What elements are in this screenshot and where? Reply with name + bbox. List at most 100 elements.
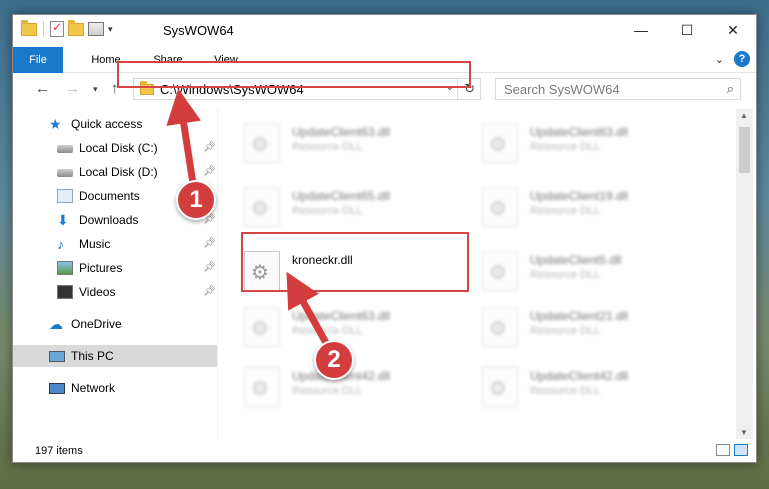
minimize-button[interactable]: — xyxy=(618,15,664,45)
file-type: Resource DLL xyxy=(292,141,363,153)
details-view-icon[interactable] xyxy=(716,444,730,456)
address-bar-highlight xyxy=(117,61,471,88)
back-arrow-icon[interactable]: ← xyxy=(35,80,50,97)
dll-file-icon xyxy=(244,367,280,407)
drive-icon xyxy=(57,145,73,153)
file-name: UpdateClient5.dll xyxy=(530,253,622,267)
dll-file-icon xyxy=(482,251,518,291)
drive-icon xyxy=(57,169,73,177)
list-item[interactable]: UpdateClient65.dll Resource DLL xyxy=(218,181,448,233)
file-name: UpdateClient63.dll xyxy=(292,309,391,323)
quick-access-toolbar: ▾ xyxy=(21,19,113,37)
tab-file[interactable]: File xyxy=(13,47,63,73)
sidebar-item-onedrive[interactable]: ☁ OneDrive xyxy=(49,313,122,335)
file-type: Resource DLL xyxy=(292,205,363,217)
navigation-pane: ★ Quick access Local Disk (C:) 📌︎ Local … xyxy=(13,109,217,439)
sidebar-item-label: Pictures xyxy=(79,261,123,275)
dll-file-icon xyxy=(482,367,518,407)
sidebar-item-label: Music xyxy=(79,237,111,251)
sidebar-item-pictures[interactable]: Pictures xyxy=(57,257,122,279)
help-icon[interactable]: ? xyxy=(734,51,750,67)
title-bar: ▾ SysWOW64 — ☐ ✕ xyxy=(13,15,756,47)
file-name: UpdateClient63.dll xyxy=(292,125,391,139)
new-folder-icon[interactable] xyxy=(68,19,84,36)
forward-arrow-icon[interactable]: → xyxy=(65,80,80,97)
pin-icon[interactable]: 📌︎ xyxy=(203,142,216,153)
sidebar-item-local-disk-d[interactable]: Local Disk (D:) xyxy=(57,161,158,183)
scroll-up-arrow-icon[interactable]: ▲ xyxy=(740,111,748,120)
dll-file-icon xyxy=(244,187,280,227)
window-title: SysWOW64 xyxy=(163,23,234,38)
pictures-icon xyxy=(57,261,73,275)
item-count: 197 items xyxy=(35,445,83,457)
sidebar-item-label: Quick access xyxy=(71,117,143,131)
music-icon: ♪ xyxy=(57,236,64,252)
sidebar-item-quick-access[interactable]: ★ Quick access xyxy=(49,113,142,135)
vertical-scrollbar[interactable]: ▲ ▼ xyxy=(736,109,753,439)
sidebar-item-this-pc[interactable]: This PC xyxy=(13,345,217,367)
file-highlight xyxy=(241,232,469,292)
list-item[interactable]: UpdateClient21.dll Resource DLL xyxy=(456,301,686,353)
sidebar-item-music[interactable]: ♪ Music xyxy=(57,233,110,255)
scroll-down-arrow-icon[interactable]: ▼ xyxy=(740,428,748,437)
recent-locations-chevron-icon[interactable]: ▾ xyxy=(93,84,98,95)
cloud-icon: ☁ xyxy=(49,316,63,332)
dll-file-icon xyxy=(244,307,280,347)
search-icon[interactable]: ⌕ xyxy=(727,81,734,97)
list-item[interactable]: UpdateClient42.dll Resource DLL xyxy=(456,361,686,413)
status-bar: 197 items xyxy=(13,440,756,462)
file-type: Resource DLL xyxy=(292,385,363,397)
dll-file-icon xyxy=(482,307,518,347)
download-icon: ⬇ xyxy=(57,212,69,228)
pin-icon[interactable]: 📌︎ xyxy=(203,262,216,273)
file-name: UpdateClient21.dll xyxy=(530,309,629,323)
list-item[interactable]: UpdateClient19.dll Resource DLL xyxy=(456,181,686,233)
network-icon xyxy=(49,382,65,394)
search-input[interactable]: Search SysWOW64 xyxy=(504,82,620,97)
computer-icon xyxy=(49,350,65,362)
file-name: UpdateClient65.dll xyxy=(292,189,391,203)
sidebar-item-label: Documents xyxy=(79,189,140,203)
callout-2: 2 xyxy=(314,340,354,380)
sidebar-item-local-disk-c[interactable]: Local Disk (C:) xyxy=(57,137,158,159)
properties-check-icon[interactable] xyxy=(50,20,64,37)
documents-icon xyxy=(57,189,73,203)
file-type: Resource DLL xyxy=(530,269,601,281)
folder-icon xyxy=(21,19,37,36)
file-name: UpdateClient19.dll xyxy=(530,189,629,203)
list-item[interactable]: UpdateClient63.dll Resource DLL xyxy=(456,117,686,169)
sidebar-item-label: OneDrive xyxy=(71,317,122,331)
sidebar-item-label: Videos xyxy=(79,285,116,299)
sidebar-item-label: Network xyxy=(71,381,116,395)
window-controls: — ☐ ✕ xyxy=(618,15,756,45)
sidebar-item-network[interactable]: Network xyxy=(49,377,115,399)
file-type: Resource DLL xyxy=(530,325,601,337)
view-toggle xyxy=(716,444,748,456)
expand-ribbon-chevron-icon[interactable]: ⌄ xyxy=(715,53,724,66)
sidebar-item-videos[interactable]: Videos xyxy=(57,281,115,303)
large-icons-view-icon[interactable] xyxy=(734,444,748,456)
search-box[interactable]: Search SysWOW64 ⌕ xyxy=(495,78,741,100)
list-item[interactable]: UpdateClient5.dll Resource DLL xyxy=(456,245,686,297)
toolbar-separator xyxy=(43,21,44,37)
file-type: Resource DLL xyxy=(530,141,601,153)
sidebar-item-downloads[interactable]: ⬇ Downloads xyxy=(57,209,138,231)
customize-toolbar-chevron-icon[interactable]: ▾ xyxy=(108,24,113,35)
properties-icon[interactable] xyxy=(88,22,104,36)
close-button[interactable]: ✕ xyxy=(710,15,756,45)
dll-file-icon xyxy=(482,187,518,227)
sidebar-item-label: Local Disk (C:) xyxy=(79,141,158,155)
scroll-thumb[interactable] xyxy=(739,127,750,173)
list-item[interactable]: UpdateClient63.dll Resource DLL xyxy=(218,117,448,169)
pin-icon[interactable]: 📌︎ xyxy=(203,238,216,249)
sidebar-item-label: This PC xyxy=(71,349,114,363)
videos-icon xyxy=(57,285,73,299)
maximize-button[interactable]: ☐ xyxy=(664,15,710,45)
dll-file-icon xyxy=(244,123,280,163)
sidebar-item-documents[interactable]: Documents xyxy=(57,185,140,207)
pin-icon[interactable]: 📌︎ xyxy=(203,166,216,177)
pin-icon[interactable]: 📌︎ xyxy=(203,286,216,297)
dll-file-icon xyxy=(482,123,518,163)
star-icon: ★ xyxy=(49,116,62,132)
sidebar-item-label: Downloads xyxy=(79,213,139,227)
